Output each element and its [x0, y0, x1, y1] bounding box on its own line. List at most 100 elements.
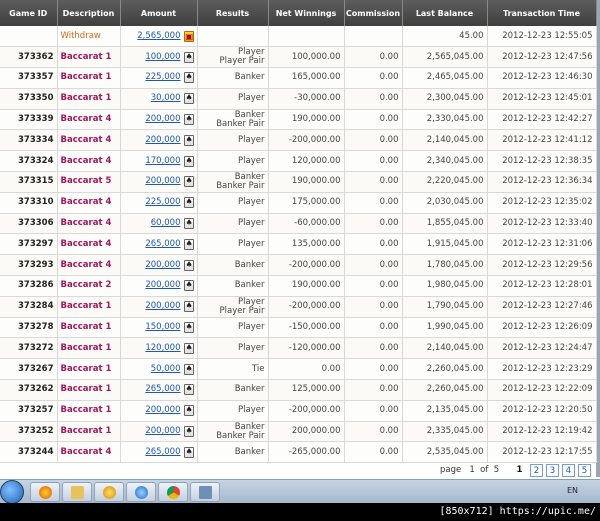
page-link-1[interactable]: 1 — [513, 464, 526, 477]
card-icon[interactable] — [183, 114, 194, 126]
net-winnings-cell: 165,000.00 — [268, 67, 345, 89]
card-icon[interactable] — [183, 259, 194, 271]
description-cell: Baccarat 2 — [57, 275, 121, 297]
card-icon[interactable] — [183, 342, 194, 354]
card-icon[interactable] — [183, 93, 194, 105]
header-transaction-time[interactable]: Transaction Time — [487, 0, 597, 26]
media-player-icon[interactable] — [94, 482, 124, 502]
results-cell: Player — [197, 233, 269, 256]
commission-cell: 0.00 — [344, 171, 403, 193]
header-description[interactable]: Description — [57, 0, 121, 26]
card-icon[interactable] — [183, 218, 194, 230]
last-balance-cell: 2,300,045.00 — [402, 88, 488, 110]
card-icon[interactable] — [183, 72, 194, 84]
firefox-icon[interactable] — [30, 482, 60, 502]
amount-link[interactable]: 100,000 — [145, 52, 180, 62]
result-primary: Player — [238, 93, 265, 104]
table-row: 373262Baccarat 1 265,000 Banker125,000.000… — [0, 379, 597, 401]
header-game-id[interactable]: Game ID — [0, 0, 58, 26]
commission-cell: 0.00 — [344, 129, 403, 152]
table-row: 373334Baccarat 4 200,000 Player-200,000.00… — [0, 129, 597, 152]
language-indicator[interactable]: EN — [567, 486, 578, 495]
amount-link[interactable]: 60,000 — [151, 219, 181, 228]
description-cell: Baccarat 4 — [57, 213, 121, 235]
amount-link[interactable]: 200,000 — [145, 177, 180, 186]
amount-link[interactable]: 170,000 — [145, 156, 180, 166]
card-icon[interactable] — [183, 238, 194, 250]
amount-link[interactable]: 200,000 — [145, 427, 180, 436]
net-winnings-cell: 200,000.00 — [268, 421, 345, 443]
amount-link[interactable]: 265,000 — [145, 239, 180, 249]
game-id-cell: 373278 — [0, 317, 58, 339]
amount-link[interactable]: 120,000 — [145, 343, 180, 353]
results-cell: Player — [197, 400, 269, 422]
card-icon[interactable] — [183, 134, 194, 146]
folder-icon[interactable] — [62, 482, 92, 502]
page-link-3[interactable]: 3 — [546, 464, 559, 477]
result-primary: Banker — [234, 72, 265, 83]
amount-cell: 200,000 — [120, 275, 198, 297]
description-cell: Baccarat 4 — [57, 129, 121, 152]
amount-link[interactable]: 150,000 — [145, 323, 180, 332]
header-results[interactable]: Results — [197, 0, 269, 26]
amount-link[interactable]: 2,565,000 — [137, 31, 180, 41]
last-balance-cell: 2,340,045.00 — [402, 150, 488, 173]
last-balance-cell: 2,260,045.00 — [402, 358, 488, 381]
commission-cell: 0.00 — [344, 358, 403, 381]
window-icon[interactable] — [190, 482, 220, 502]
amount-link[interactable]: 200,000 — [145, 302, 180, 311]
amount-cell: 150,000 — [120, 317, 198, 339]
card-icon[interactable] — [183, 280, 194, 292]
amount-link[interactable]: 50,000 — [151, 364, 181, 374]
description-cell: Withdraw — [57, 26, 121, 48]
card-icon[interactable] — [183, 384, 194, 396]
amount-link[interactable]: 200,000 — [145, 406, 180, 415]
card-icon[interactable] — [183, 155, 194, 167]
header-commission[interactable]: Commission — [344, 0, 403, 26]
amount-link[interactable]: 225,000 — [145, 198, 180, 207]
ie-icon[interactable] — [126, 482, 156, 502]
commission-cell: 0.00 — [344, 379, 403, 401]
amount-link[interactable]: 200,000 — [145, 135, 180, 145]
card-icon[interactable] — [183, 405, 194, 417]
card-icon[interactable] — [183, 176, 194, 188]
table-row: 373310Baccarat 4 225,000 Player175,000.000… — [0, 192, 597, 214]
gift-icon[interactable] — [183, 30, 194, 42]
card-icon[interactable] — [183, 363, 194, 375]
last-balance-cell: 45.00 — [402, 26, 488, 48]
amount-link[interactable]: 265,000 — [145, 385, 180, 394]
last-balance-cell: 1,855,045.00 — [402, 213, 488, 235]
last-balance-cell: 1,980,045.00 — [402, 275, 488, 297]
page-link-2[interactable]: 2 — [530, 464, 543, 477]
result-secondary: Banker Pair — [216, 430, 265, 441]
card-icon[interactable] — [183, 301, 194, 313]
header-amount[interactable]: Amount — [120, 0, 198, 26]
card-icon[interactable] — [183, 51, 194, 63]
header-net-winnings[interactable]: Net Winnings — [268, 0, 345, 26]
start-button-icon[interactable] — [0, 480, 24, 504]
transaction-time-cell: 2012-12-23 12:42:27 — [487, 109, 597, 131]
amount-link[interactable]: 30,000 — [151, 94, 181, 103]
commission-cell: 0.00 — [344, 337, 403, 360]
table-row: 373350Baccarat 1 30,000 Player-30,000.000.… — [0, 88, 597, 110]
card-icon[interactable] — [183, 426, 194, 438]
amount-link[interactable]: 200,000 — [145, 281, 180, 290]
page-link-4[interactable]: 4 — [562, 464, 575, 477]
header-last-balance[interactable]: Last Balance — [402, 0, 488, 26]
amount-cell: 200,000 — [120, 296, 198, 318]
net-winnings-cell: 125,000.00 — [268, 379, 345, 401]
last-balance-cell: 2,535,045.00 — [402, 441, 488, 464]
amount-link[interactable]: 200,000 — [145, 260, 180, 270]
commission-cell: 0.00 — [344, 109, 403, 131]
amount-cell: 200,000 — [120, 400, 198, 422]
chrome-icon[interactable] — [158, 482, 188, 502]
card-icon[interactable] — [183, 446, 194, 458]
page-link-5[interactable]: 5 — [578, 464, 591, 477]
amount-link[interactable]: 225,000 — [145, 73, 180, 82]
results-cell: Banker — [197, 379, 269, 401]
card-icon[interactable] — [183, 197, 194, 209]
card-icon[interactable] — [183, 322, 194, 334]
amount-link[interactable]: 200,000 — [145, 115, 180, 124]
amount-link[interactable]: 265,000 — [145, 447, 180, 457]
last-balance-cell: 2,465,045.00 — [402, 67, 488, 89]
